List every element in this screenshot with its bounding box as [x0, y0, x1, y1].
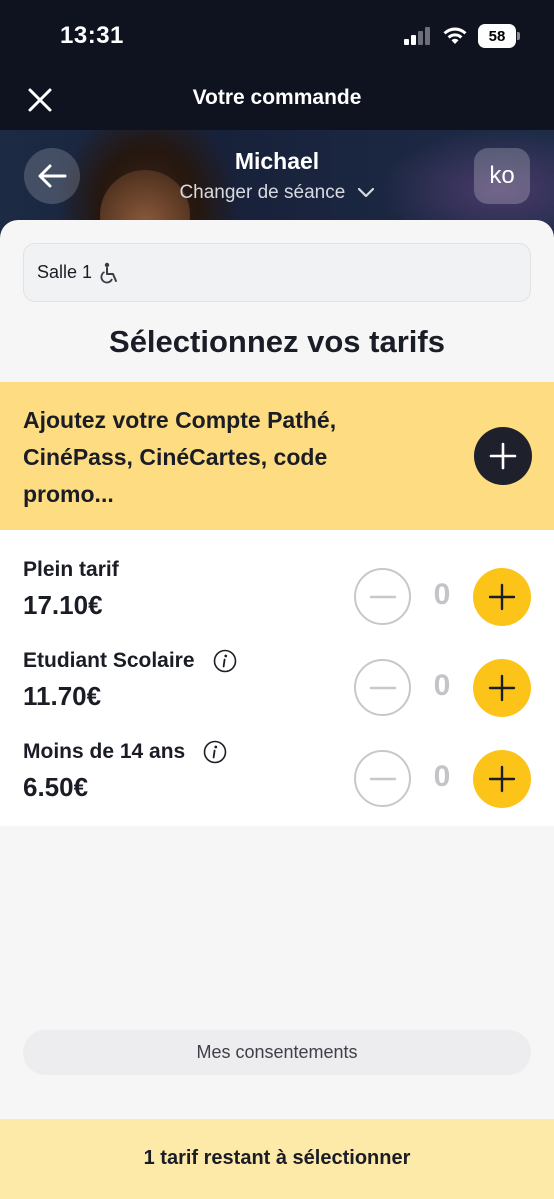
plus-icon [488, 583, 516, 611]
tariff-row-moins-14: Moins de 14 ans 6.50€ 0 [0, 722, 554, 812]
change-session-label: Changer de séance [179, 182, 346, 203]
tariff-price: 6.50€ [23, 772, 89, 802]
section-title: Sélectionnez vos tarifs [109, 324, 445, 359]
battery-icon: 58 [478, 24, 520, 48]
minus-icon [369, 595, 396, 598]
increment-button[interactable] [473, 568, 531, 626]
quantity-value: 0 [433, 578, 451, 611]
tariff-name: Moins de 14 ans [23, 740, 227, 764]
add-promo-button[interactable] [474, 427, 532, 485]
order-sheet: Salle 1 Sélectionnez vos tarifs Ajoutez … [0, 220, 554, 1199]
tariff-name-label: Plein tarif [23, 558, 119, 581]
change-session-button[interactable]: Changer de séance [0, 182, 554, 204]
tariff-name: Etudiant Scolaire [23, 649, 237, 673]
consents-button[interactable]: Mes consentements [23, 1030, 531, 1075]
tariff-row-plein: Plein tarif 17.10€ 0 [0, 540, 554, 630]
status-bar: 13:31 58 [0, 0, 554, 74]
increment-button[interactable] [473, 659, 531, 717]
room-label: Salle 1 [37, 262, 93, 282]
movie-title: Michael [234, 148, 320, 174]
remaining-tariff-banner: 1 tarif restant à sélectionner [0, 1119, 554, 1199]
tariff-price: 11.70€ [23, 681, 102, 711]
decrement-button[interactable] [354, 750, 411, 807]
plus-icon [488, 765, 516, 793]
status-icons: 58 [404, 24, 520, 48]
promo-text: Ajoutez votre Compte Pathé, CinéPass, Ci… [23, 407, 337, 507]
tariff-name: Plein tarif [23, 558, 119, 582]
tariff-list: Plein tarif 17.10€ 0 Etudiant Scolaire 1… [0, 530, 554, 826]
tariff-price: 17.10€ [23, 590, 103, 620]
promo-banner[interactable]: Ajoutez votre Compte Pathé, CinéPass, Ci… [0, 382, 554, 530]
decrement-button[interactable] [354, 568, 411, 625]
increment-button[interactable] [473, 750, 531, 808]
decrement-button[interactable] [354, 659, 411, 716]
info-icon[interactable] [203, 740, 227, 764]
tariff-row-etudiant: Etudiant Scolaire 11.70€ 0 [0, 631, 554, 721]
chevron-down-icon [357, 187, 374, 198]
plus-icon [489, 442, 517, 470]
minus-icon [369, 777, 396, 780]
minus-icon [369, 686, 396, 689]
ko-button[interactable]: ko [474, 148, 530, 204]
wheelchair-icon [100, 262, 118, 283]
quantity-value: 0 [433, 669, 451, 702]
wifi-icon [443, 27, 467, 44]
info-icon[interactable] [213, 649, 237, 673]
nav-bar: Votre commande [0, 74, 554, 130]
tariff-name-label: Moins de 14 ans [23, 740, 186, 763]
status-time: 13:31 [60, 22, 124, 49]
page-title: Votre commande [192, 86, 362, 109]
cellular-signal-icon [404, 27, 430, 45]
tariff-name-label: Etudiant Scolaire [23, 649, 195, 672]
room-info: Salle 1 [23, 243, 531, 302]
plus-icon [488, 674, 516, 702]
quantity-value: 0 [433, 760, 451, 793]
